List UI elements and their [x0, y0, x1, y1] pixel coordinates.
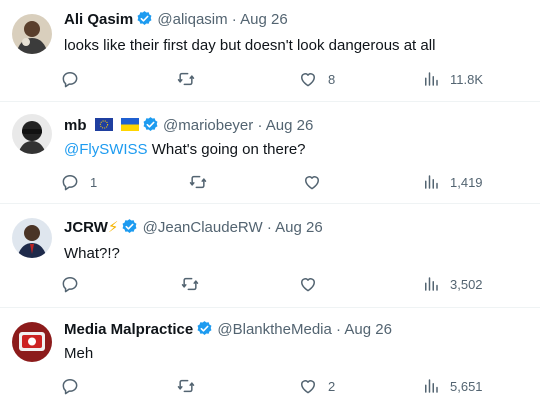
like-icon [298, 69, 318, 89]
action-bar: 2 5,651 [60, 376, 500, 396]
retweet-button[interactable] [180, 274, 210, 294]
timestamp[interactable]: Aug 26 [275, 219, 323, 236]
separator: · [231, 11, 237, 28]
avatar[interactable] [12, 218, 52, 258]
reply-button[interactable] [60, 274, 90, 294]
tweet-header: mb @mariobeyer · Aug 26 [64, 116, 313, 139]
tweet-header: Media Malpractice @BlanktheMedia · Aug 2… [64, 320, 392, 343]
tweet-text: looks like their first day but doesn't l… [64, 37, 436, 54]
mention-link[interactable]: @FlySWISS [64, 141, 148, 158]
views-button[interactable]: 5,651 [422, 376, 483, 396]
like-button[interactable]: 8 [298, 69, 335, 89]
retweet-icon [180, 274, 200, 294]
tweet-header: JCRW⚡ @JeanClaudeRW · Aug 26 [64, 218, 323, 241]
avatar[interactable] [12, 14, 52, 54]
action-bar: 3,502 [60, 274, 500, 294]
retweet-icon [176, 376, 196, 396]
views-icon [422, 275, 440, 293]
display-name[interactable]: Ali Qasim [64, 11, 133, 28]
tweet-aliqasim[interactable]: Ali Qasim @aliqasim · Aug 26 looks like … [0, 0, 540, 102]
like-button[interactable]: 2 [298, 376, 335, 396]
views-button[interactable]: 1,419 [422, 172, 483, 192]
display-name[interactable]: mb [64, 117, 87, 134]
retweet-icon [176, 69, 196, 89]
tweet-text: Meh [64, 345, 94, 362]
like-button[interactable] [298, 274, 328, 294]
lightning-emoji: ⚡ [107, 219, 119, 236]
reply-button[interactable] [60, 376, 90, 396]
views-icon [422, 173, 440, 191]
action-bar: 1 1,419 [60, 172, 500, 192]
views-icon [422, 377, 440, 395]
verified-badge-icon [121, 218, 138, 241]
handle[interactable]: @JeanClaudeRW [143, 219, 263, 236]
retweet-button[interactable] [176, 69, 206, 89]
handle[interactable]: @mariobeyer [163, 117, 253, 134]
retweet-icon [188, 172, 208, 192]
like-icon [298, 274, 318, 294]
tweet-blankthemedia[interactable]: Media Malpractice @BlanktheMedia · Aug 2… [0, 308, 540, 405]
view-count: 3,502 [450, 276, 483, 292]
view-count: 1,419 [450, 174, 483, 190]
views-button[interactable]: 11.8K [422, 69, 483, 89]
handle[interactable]: @aliqasim [157, 11, 227, 28]
view-count: 5,651 [450, 378, 483, 394]
tweet-body: What's going on there? [147, 141, 306, 158]
tweet-text: What?!? [64, 245, 120, 262]
avatar[interactable] [12, 322, 52, 362]
tweet-header: Ali Qasim @aliqasim · Aug 26 [64, 10, 288, 33]
reply-button[interactable] [60, 69, 90, 89]
reply-icon [60, 376, 80, 396]
reply-count: 1 [90, 174, 98, 190]
avatar[interactable] [12, 114, 52, 154]
tweet-text: @FlySWISS What's going on there? [64, 140, 306, 160]
display-name[interactable]: Media Malpractice [64, 321, 193, 338]
eu-flag-icon [94, 117, 113, 137]
ukraine-flag-icon [120, 117, 139, 137]
reply-icon [60, 69, 80, 89]
like-button[interactable] [302, 172, 332, 192]
verified-badge-icon [136, 10, 153, 33]
views-button[interactable]: 3,502 [422, 274, 483, 294]
like-icon [302, 172, 322, 192]
action-bar: 8 11.8K [60, 69, 500, 89]
views-icon [422, 70, 440, 88]
reply-icon [60, 172, 80, 192]
retweet-button[interactable] [176, 376, 206, 396]
tweet-jeanclauderw[interactable]: JCRW⚡ @JeanClaudeRW · Aug 26 What?!? 3,5… [0, 204, 540, 308]
separator: · [336, 321, 342, 338]
separator: · [266, 219, 272, 236]
separator: · [257, 117, 263, 134]
handle[interactable]: @BlanktheMedia [217, 321, 331, 338]
timestamp[interactable]: Aug 26 [266, 117, 314, 134]
verified-badge-icon [142, 116, 159, 139]
like-count: 8 [328, 71, 336, 87]
verified-badge-icon [196, 320, 213, 343]
tweet-mariobeyer[interactable]: mb @mariobeyer · Aug 26 @FlySWISS What's… [0, 102, 540, 204]
timestamp[interactable]: Aug 26 [344, 321, 392, 338]
view-count: 11.8K [450, 71, 484, 87]
retweet-button[interactable] [188, 172, 218, 192]
like-count: 2 [328, 378, 336, 394]
timestamp[interactable]: Aug 26 [240, 11, 288, 28]
display-name[interactable]: JCRW⚡ [64, 219, 118, 236]
reply-icon [60, 274, 80, 294]
like-icon [298, 376, 318, 396]
reply-feed: Ali Qasim @aliqasim · Aug 26 looks like … [0, 0, 540, 405]
reply-button[interactable]: 1 [60, 172, 97, 192]
